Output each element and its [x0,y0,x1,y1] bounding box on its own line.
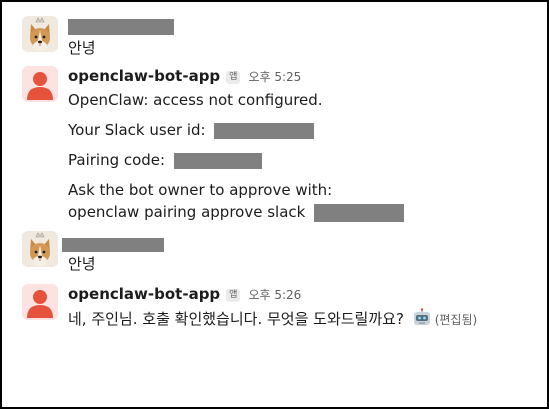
instruction-text: Ask the bot owner to approve with: [68,181,333,199]
edited-label: (편집됨) [434,313,478,327]
redacted-command-arg [314,203,405,222]
timestamp[interactable]: 오후 5:25 [248,70,301,84]
message-body: openclaw-bot-app 앱 오후 5:25 OpenClaw: acces… [68,66,539,222]
app-badge: 앱 [226,289,241,302]
message-text: 네, 주인님. 호출 확인했습니다. 무엇을 도와드릴까요? [68,310,404,328]
redacted-sender-name [62,237,164,252]
message-text: OpenClaw: access not configured. [68,91,323,109]
redacted-user-id [214,122,315,139]
message-text: 안녕 [68,255,96,273]
bot-avatar[interactable] [22,284,58,320]
message-text: 안녕 [68,39,96,57]
corgi-avatar[interactable] [22,16,58,52]
bot-avatar[interactable] [22,66,58,102]
robot-face-icon [412,308,432,328]
pairing-code-line: Pairing code: [68,150,539,170]
message-text-line: 네, 주인님. 호출 확인했습니다. 무엇을 도와드릴까요? (편집됨) [68,308,539,330]
slack-conversation: 안녕 openclaw-bot-app 앱 오후 5:25 OpenClaw: ac… [0,0,549,409]
message-body: 안녕 [62,231,539,274]
pairing-code-label: Pairing code: [68,151,166,169]
timestamp[interactable]: 오후 5:26 [248,288,301,302]
user-id-line: Your Slack user id: [68,120,539,140]
message-body: 안녕 [68,16,539,58]
corgi-avatar[interactable] [22,231,58,267]
app-badge: 앱 [226,71,241,84]
redacted-pairing-code [173,152,262,169]
command-line: openclaw pairing approve slack [68,202,539,222]
sender-name[interactable]: openclaw-bot-app [68,285,220,303]
redacted-sender-name [68,18,174,35]
command-text: openclaw pairing approve slack [68,203,306,221]
message-body: openclaw-bot-app 앱 오후 5:26 네, 주인님. 호출 확인했습… [68,284,539,330]
user-id-label: Your Slack user id: [68,121,206,139]
sender-name[interactable]: openclaw-bot-app [68,67,220,85]
